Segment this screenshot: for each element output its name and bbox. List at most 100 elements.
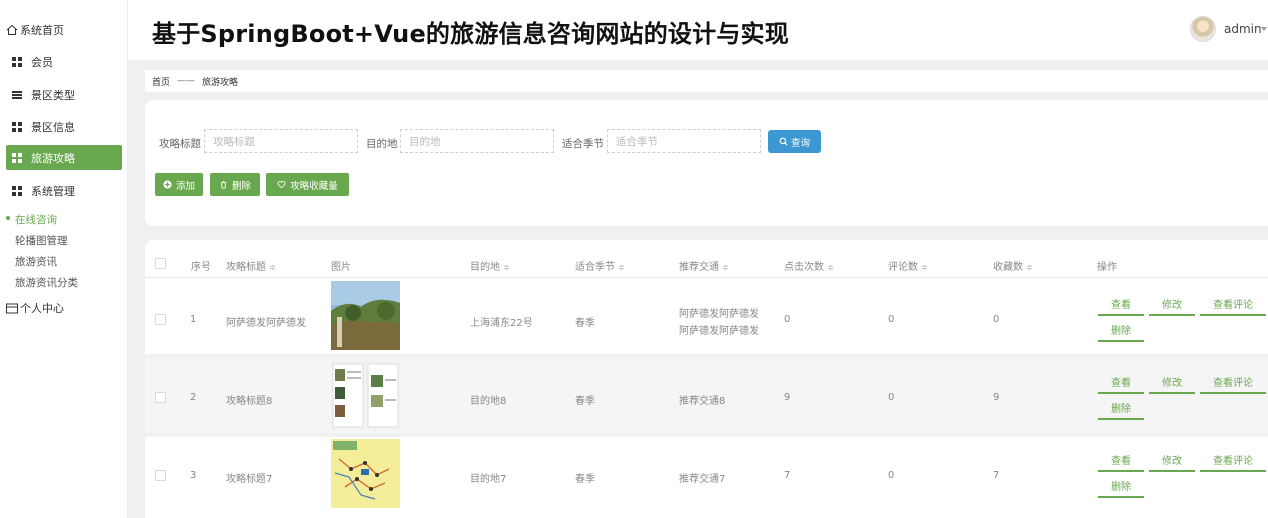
row-image[interactable] — [331, 281, 400, 350]
grid-icon — [12, 121, 22, 132]
col-destination-label: 目的地 — [470, 262, 500, 273]
row-image[interactable] — [331, 361, 400, 430]
col-favorites-label: 收藏数 — [993, 262, 1023, 273]
col-comments[interactable]: 评论数 ≑ — [888, 258, 928, 273]
chevron-down-icon[interactable] — [1261, 27, 1267, 31]
sort-icon[interactable]: ≑ — [722, 263, 729, 272]
breadcrumb-separator: —— — [177, 76, 196, 86]
view-comments-button[interactable]: 查看评论 — [1200, 370, 1266, 394]
col-transport[interactable]: 推荐交通 ≑ — [679, 258, 729, 273]
row-clicks: 7 — [784, 470, 791, 481]
row-delete-button[interactable]: 删除 — [1098, 318, 1144, 342]
sort-icon[interactable]: ≑ — [618, 263, 625, 272]
profile-card-icon — [6, 303, 18, 313]
col-season-label: 适合季节 — [575, 262, 615, 273]
sidebar-home[interactable]: 系统首页 — [6, 22, 64, 38]
add-button[interactable]: 添加 — [155, 173, 203, 196]
favorites-button-label: 攻略收藏量 — [290, 180, 338, 192]
delete-button-label: 删除 — [231, 180, 251, 192]
sidebar-subitem-news-category[interactable]: 旅游资讯分类 — [15, 275, 78, 290]
sidebar-subitem-travel-news[interactable]: 旅游资讯 — [15, 254, 57, 269]
sidebar-item-system-management[interactable]: 系统管理 — [6, 178, 122, 203]
sort-icon[interactable]: ≑ — [1026, 263, 1033, 272]
row-destination: 上海浦东22号 — [470, 318, 533, 329]
row-image[interactable] — [331, 439, 400, 508]
search-destination-input[interactable]: 目的地 — [400, 129, 554, 153]
query-button-label: 查询 — [790, 137, 810, 149]
user-name[interactable]: admin — [1224, 22, 1262, 36]
sidebar-item-label: 旅游攻略 — [31, 151, 75, 165]
sidebar-item-scenic-types[interactable]: 景区类型 — [6, 82, 122, 107]
row-title: 阿萨德发阿萨德发 — [226, 318, 306, 329]
sidebar-personal-center[interactable]: 个人中心 — [6, 300, 64, 316]
sidebar-item-label: 景区类型 — [31, 88, 75, 102]
row-checkbox[interactable] — [155, 470, 166, 481]
col-image: 图片 — [331, 262, 351, 273]
home-icon — [6, 24, 18, 35]
col-comments-label: 评论数 — [888, 262, 918, 273]
edit-button[interactable]: 修改 — [1149, 448, 1195, 472]
view-comments-button[interactable]: 查看评论 — [1200, 448, 1266, 472]
view-button[interactable]: 查看 — [1098, 370, 1144, 394]
row-favorites: 7 — [993, 470, 1000, 481]
col-title-label: 攻略标题 — [226, 262, 266, 273]
col-index: 序号 — [191, 262, 211, 273]
row-season: 春季 — [575, 474, 595, 485]
search-title-input[interactable]: 攻略标题 — [204, 129, 358, 153]
add-button-label: 添加 — [175, 180, 195, 192]
placeholder: 适合季节 — [616, 135, 658, 148]
row-comments: 0 — [888, 392, 895, 403]
sidebar-item-travel-guides[interactable]: 旅游攻略 — [6, 145, 122, 170]
sort-icon[interactable]: ≑ — [827, 263, 834, 272]
edit-button[interactable]: 修改 — [1149, 292, 1195, 316]
row-delete-button[interactable]: 删除 — [1098, 474, 1144, 498]
row-delete-button[interactable]: 删除 — [1098, 396, 1144, 420]
sidebar-subitem-online-consult[interactable]: 在线咨询 — [15, 212, 57, 227]
view-button[interactable]: 查看 — [1098, 292, 1144, 316]
sidebar-item-label: 系统管理 — [31, 184, 75, 198]
sort-icon[interactable]: ≑ — [269, 263, 276, 272]
sort-icon[interactable]: ≑ — [921, 263, 928, 272]
select-all-checkbox[interactable] — [155, 258, 166, 269]
sidebar-item-scenic-info[interactable]: 景区信息 — [6, 114, 122, 139]
view-button[interactable]: 查看 — [1098, 448, 1144, 472]
query-button[interactable]: 查询 — [768, 130, 821, 153]
row-index: 1 — [190, 314, 197, 325]
search-season-input[interactable]: 适合季节 — [607, 129, 761, 153]
col-actions: 操作 — [1097, 262, 1117, 273]
list-icon — [12, 89, 22, 100]
col-clicks-label: 点击次数 — [784, 262, 824, 273]
row-transport-line1: 推荐交通8 — [679, 396, 726, 407]
sidebar-subitem-carousel[interactable]: 轮播图管理 — [15, 233, 68, 248]
sidebar-personal-label: 个人中心 — [20, 302, 64, 315]
grid-icon — [12, 185, 22, 196]
brochure-photo — [331, 361, 400, 430]
sidebar-home-label: 系统首页 — [20, 24, 64, 37]
delete-button[interactable]: 删除 — [210, 173, 260, 196]
plus-circle-icon — [163, 180, 172, 189]
row-clicks: 9 — [784, 392, 791, 403]
search-icon — [779, 137, 788, 146]
col-clicks[interactable]: 点击次数 ≑ — [784, 258, 834, 273]
edit-button[interactable]: 修改 — [1149, 370, 1195, 394]
col-favorites[interactable]: 收藏数 ≑ — [993, 258, 1033, 273]
search-panel — [145, 100, 1268, 226]
sidebar-item-members[interactable]: 会员 — [6, 49, 122, 74]
mountain-photo — [331, 281, 400, 350]
breadcrumb-home[interactable]: 首页 — [152, 75, 170, 88]
avatar[interactable] — [1190, 16, 1216, 42]
breadcrumb-current: 旅游攻略 — [202, 77, 239, 88]
row-clicks: 0 — [784, 314, 791, 325]
row-checkbox[interactable] — [155, 392, 166, 403]
col-season[interactable]: 适合季节 ≑ — [575, 258, 625, 273]
favorites-button[interactable]: 攻略收藏量 — [266, 173, 349, 196]
search-destination-label: 目的地 — [366, 138, 398, 150]
sort-icon[interactable]: ≑ — [503, 263, 510, 272]
trash-icon — [220, 180, 227, 189]
row-comments: 0 — [888, 314, 895, 325]
view-comments-button[interactable]: 查看评论 — [1200, 292, 1266, 316]
col-destination[interactable]: 目的地 ≑ — [470, 258, 510, 273]
row-checkbox[interactable] — [155, 314, 166, 325]
col-transport-label: 推荐交通 — [679, 262, 719, 273]
col-title[interactable]: 攻略标题 ≑ — [226, 258, 276, 273]
